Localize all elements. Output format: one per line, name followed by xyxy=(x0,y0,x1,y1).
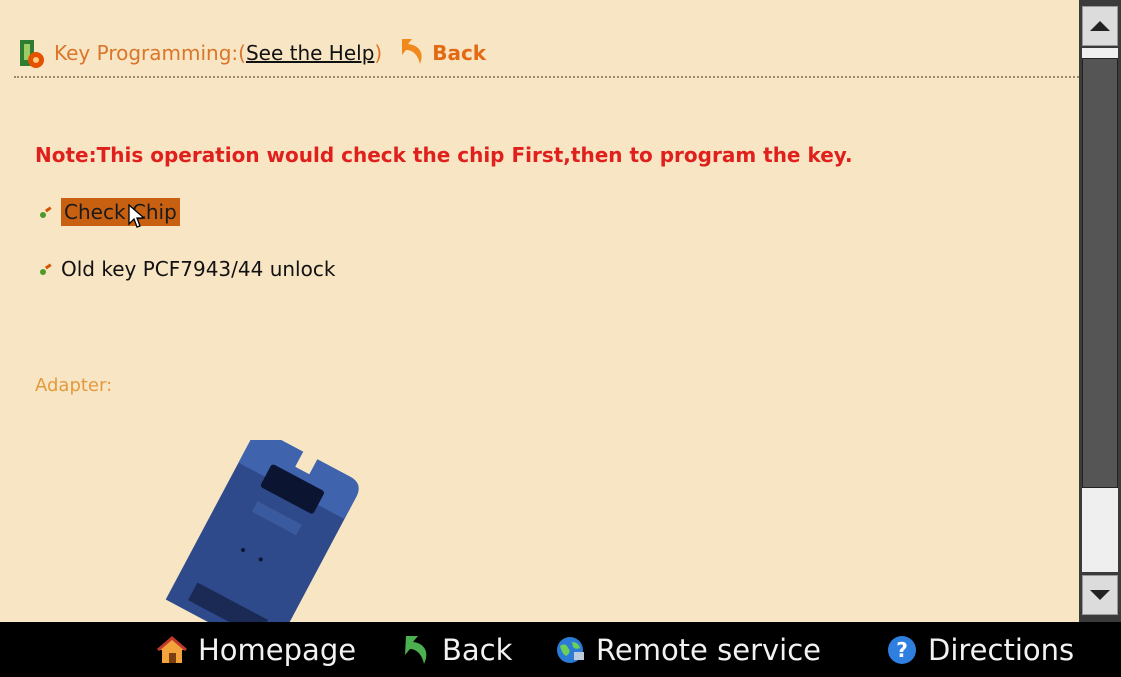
taskbar-back-button[interactable]: Back xyxy=(400,630,512,670)
title-close-paren: ) xyxy=(374,41,383,65)
key-bullet-icon xyxy=(40,263,52,275)
scroll-up-button[interactable] xyxy=(1082,6,1118,46)
content-pane: Key Programming:( See the Help ) Back No… xyxy=(0,0,1079,622)
homepage-button[interactable]: Homepage xyxy=(156,630,356,670)
svg-text:?: ? xyxy=(896,638,908,662)
page-title: Key Programming:( xyxy=(54,41,246,65)
option-label[interactable]: Old key PCF7943/44 unlock xyxy=(61,257,335,281)
remote-service-button[interactable]: Remote service xyxy=(554,630,821,670)
back-label: Back xyxy=(442,633,513,667)
bottom-taskbar: Homepage Back Remote service ? Direction… xyxy=(0,622,1121,677)
remote-service-label: Remote service xyxy=(596,633,821,667)
scroll-down-button[interactable] xyxy=(1082,575,1118,615)
note-text: Note:This operation would check the chip… xyxy=(35,143,853,167)
option-check-chip[interactable]: Check Chip xyxy=(37,198,180,226)
triangle-up-icon xyxy=(1090,21,1110,31)
globe-network-icon xyxy=(557,637,584,663)
key-programming-icon xyxy=(20,40,44,68)
triangle-down-icon xyxy=(1090,590,1110,600)
mouse-cursor-icon xyxy=(128,204,146,228)
homepage-label: Homepage xyxy=(198,633,357,667)
adapter-label: Adapter: xyxy=(35,375,113,396)
see-help-link[interactable]: See the Help xyxy=(246,41,374,65)
back-arrow-icon xyxy=(405,636,427,664)
header-back-link[interactable]: Back xyxy=(432,41,486,65)
directions-label: Directions xyxy=(928,633,1075,667)
house-icon xyxy=(157,636,187,663)
directions-button[interactable]: ? Directions xyxy=(886,630,1074,670)
page-header: Key Programming:( See the Help ) Back xyxy=(14,30,1079,76)
option-label[interactable]: Check Chip xyxy=(61,198,180,226)
back-arrow-icon[interactable] xyxy=(398,37,428,70)
key-bullet-icon xyxy=(40,206,52,218)
scrollbar-thumb[interactable] xyxy=(1082,58,1118,488)
help-question-icon: ? xyxy=(888,636,916,664)
header-divider xyxy=(14,76,1079,78)
vertical-scrollbar[interactable] xyxy=(1079,0,1121,622)
option-old-key-unlock[interactable]: Old key PCF7943/44 unlock xyxy=(37,257,335,281)
adapter-device-image xyxy=(165,440,359,622)
